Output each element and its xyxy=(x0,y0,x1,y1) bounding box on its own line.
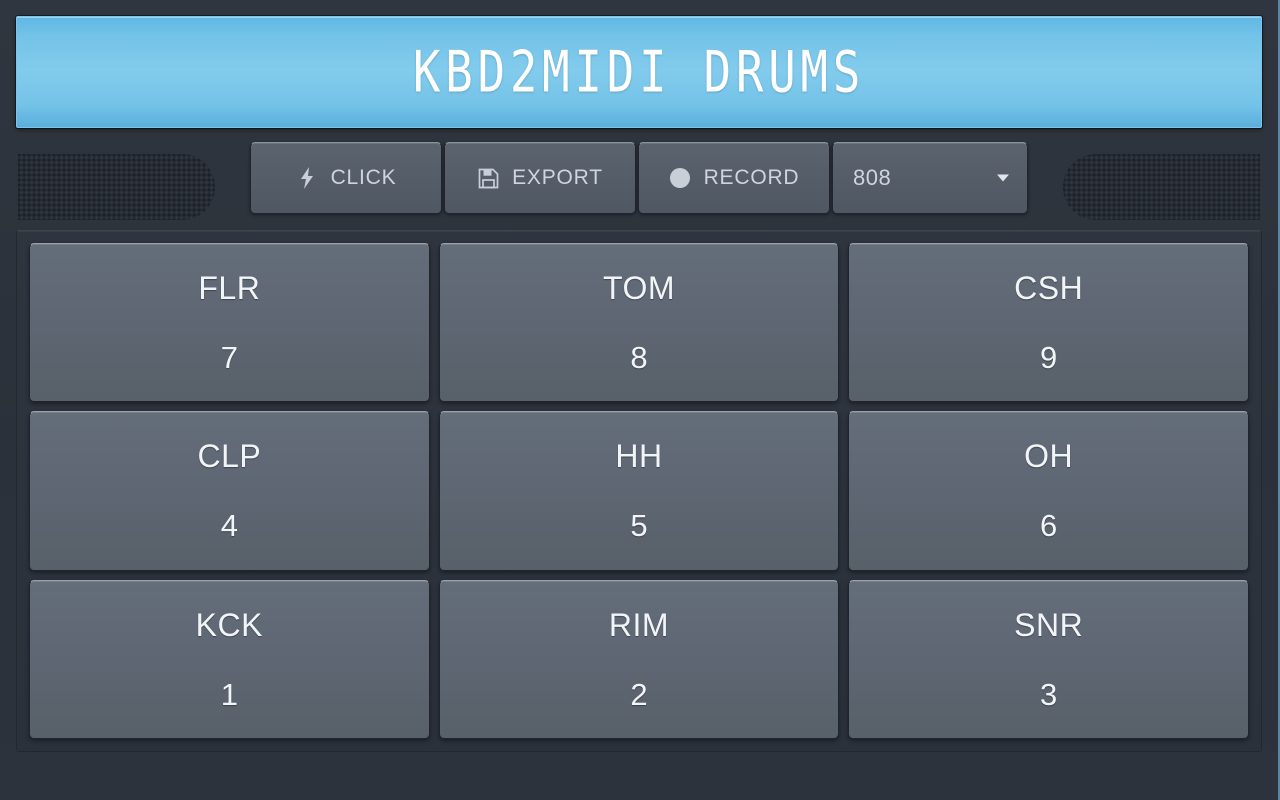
drum-pad[interactable]: FLR 7 xyxy=(29,243,430,403)
export-button-label: EXPORT xyxy=(512,166,603,189)
pad-name: CSH xyxy=(1014,270,1084,307)
pad-name: RIM xyxy=(608,606,670,643)
record-button-label: RECORD xyxy=(703,166,800,189)
pad-name: KCK xyxy=(195,606,263,643)
toolbar-controls: CLICK EXPORT RECORD 808 xyxy=(250,142,1028,214)
lightning-bolt-icon xyxy=(296,166,318,190)
drum-pad[interactable]: SNR 3 xyxy=(848,579,1249,739)
pad-name: TOM xyxy=(602,270,675,307)
record-circle-icon xyxy=(669,166,691,190)
pad-key: 6 xyxy=(1040,508,1058,544)
drum-pad[interactable]: CLP 4 xyxy=(29,411,430,571)
pad-name: FLR xyxy=(198,270,261,307)
pad-key: 2 xyxy=(630,676,648,712)
speaker-grille-left-icon xyxy=(18,154,215,220)
drum-pad[interactable]: HH 5 xyxy=(438,411,840,571)
floppy-disk-icon xyxy=(477,166,499,190)
pad-key: 3 xyxy=(1040,676,1058,712)
pad-name: SNR xyxy=(1014,606,1084,643)
click-button-label: CLICK xyxy=(330,166,397,189)
chevron-down-icon xyxy=(997,174,1009,182)
click-button[interactable]: CLICK xyxy=(250,142,442,214)
page-title: KBD2MIDI DRUMS xyxy=(412,38,866,106)
pad-name: HH xyxy=(615,438,663,475)
pad-key: 7 xyxy=(220,340,238,376)
pad-key: 1 xyxy=(220,676,238,712)
title-banner: KBD2MIDI DRUMS xyxy=(16,16,1262,128)
drum-pad[interactable]: CSH 9 xyxy=(848,243,1249,403)
drum-pad[interactable]: RIM 2 xyxy=(438,579,840,739)
toolbar: CLICK EXPORT RECORD 808 xyxy=(16,128,1262,228)
pad-key: 4 xyxy=(220,508,238,544)
pad-grid: FLR 7 TOM 8 CSH 9 CLP 4 HH 5 OH 6 KCK 1 … xyxy=(29,243,1249,739)
drum-pad[interactable]: OH 6 xyxy=(848,411,1249,571)
app-root: KBD2MIDI DRUMS CLICK EXPORT RECORD 808 F… xyxy=(0,0,1280,800)
pad-name: CLP xyxy=(197,438,262,475)
pad-key: 8 xyxy=(630,340,648,376)
drum-pad[interactable]: TOM 8 xyxy=(438,243,840,403)
kit-preset-select[interactable]: 808 xyxy=(832,142,1028,214)
export-button[interactable]: EXPORT xyxy=(444,142,636,214)
drum-pad[interactable]: KCK 1 xyxy=(29,579,430,739)
pad-name: OH xyxy=(1024,438,1074,475)
pad-panel: FLR 7 TOM 8 CSH 9 CLP 4 HH 5 OH 6 KCK 1 … xyxy=(16,230,1262,752)
record-button[interactable]: RECORD xyxy=(638,142,830,214)
speaker-grille-right-icon xyxy=(1063,154,1260,220)
kit-preset-value: 808 xyxy=(853,165,892,190)
pad-key: 9 xyxy=(1040,340,1058,376)
pad-key: 5 xyxy=(630,508,648,544)
